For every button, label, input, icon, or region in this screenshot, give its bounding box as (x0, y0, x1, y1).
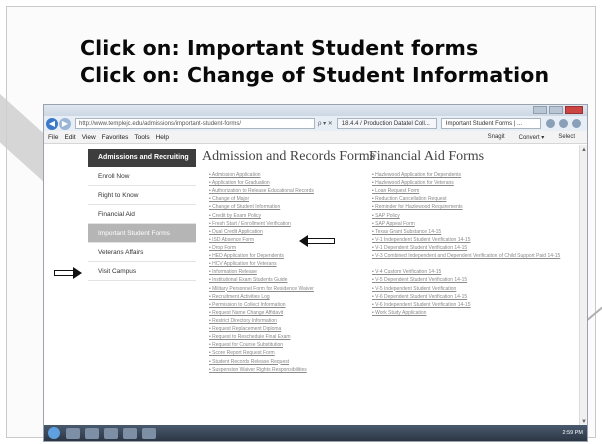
admission-link[interactable]: Change of Major (209, 195, 314, 203)
app-taskbar-icon[interactable] (104, 427, 118, 439)
close-button[interactable] (565, 106, 583, 114)
financial-forms-title: Financial Aid Forms (369, 149, 485, 164)
headline-change-info: Click on: Change of Student Information (80, 63, 550, 87)
admission-link[interactable]: Suspension Waiver Rights Responsibilitie… (209, 366, 314, 374)
window-controls (533, 106, 583, 114)
financial-link[interactable]: V-5 Dependent Student Verification 14-15 (372, 276, 560, 284)
admission-link[interactable]: Application for Graduation (209, 179, 314, 187)
convert-button[interactable]: Convert ▾ (519, 134, 545, 141)
admission-link[interactable]: Military Personnel Form for Residence Wa… (209, 285, 314, 293)
admission-link[interactable]: Restrict Directory Information (209, 317, 314, 325)
menu-view[interactable]: View (82, 134, 96, 141)
left-arrow-icon (299, 235, 335, 247)
financial-link[interactable]: V-3 Combined Independent and Dependent V… (372, 252, 560, 260)
financial-link[interactable]: Hazlewood Application for Veterans (372, 179, 560, 187)
financial-link[interactable]: Reduction Cancellation Request (372, 195, 560, 203)
admission-link[interactable]: Admission Application (209, 171, 314, 179)
folder-taskbar-icon[interactable] (85, 427, 99, 439)
headline-important-forms: Click on: Important Student forms (80, 36, 479, 60)
admission-link[interactable]: Credit by Exam Policy (209, 212, 314, 220)
minimize-button[interactable] (533, 106, 547, 114)
scroll-up-icon[interactable]: ▲ (581, 147, 587, 153)
financial-link[interactable]: V-1 Independent Student Verification 14-… (372, 236, 560, 244)
financial-link[interactable]: Texas Grant Substance 14-15 (372, 228, 560, 236)
admission-link[interactable]: Institutional Exam Students Guide (209, 276, 314, 284)
sidebar-item-enroll-now[interactable]: Enroll Now (88, 167, 196, 186)
sidebar-item-veterans-affairs[interactable]: Veterans Affairs (88, 243, 196, 262)
url-field[interactable]: http://www.templejc.edu/admissions/impor… (75, 118, 315, 129)
admission-link[interactable]: Authorization to Release Educational Rec… (209, 187, 314, 195)
admission-link[interactable]: HED Application for Dependents (209, 252, 314, 260)
ie-taskbar-icon[interactable] (66, 427, 80, 439)
menu-help[interactable]: Help (156, 134, 169, 141)
sidebar-item-important-student-forms[interactable]: Important Student Forms (88, 224, 196, 243)
title-bar (44, 105, 587, 116)
powerpoint-taskbar-icon[interactable] (142, 427, 156, 439)
address-bar: ◀ ▶ http://www.templejc.edu/admissions/i… (44, 116, 587, 131)
maximize-button[interactable] (549, 106, 563, 114)
financial-link[interactable]: Hazlewood Application for Dependents (372, 171, 560, 179)
taskbar: 2:59 PM (44, 425, 587, 441)
browser-window: ◀ ▶ http://www.templejc.edu/admissions/i… (43, 104, 588, 442)
admission-forms-list: Admission ApplicationApplication for Gra… (209, 171, 314, 374)
outlook-taskbar-icon[interactable] (123, 427, 137, 439)
admission-link[interactable]: Permission to Collect Information (209, 301, 314, 309)
admission-link[interactable]: Recruitment Activities Log (209, 293, 314, 301)
system-tray: 2:59 PM (563, 430, 583, 436)
financial-link[interactable]: V-5 Independent Student Verification (372, 285, 560, 293)
admission-link[interactable]: Information Release (209, 268, 314, 276)
admission-link[interactable]: Fresh Start / Enrollment Verification (209, 220, 314, 228)
financial-link[interactable]: Loan Request Form (372, 187, 560, 195)
sidebar-header[interactable]: Admissions and Recruiting (88, 149, 196, 167)
admission-link[interactable]: Request to Reschedule Final Exam (209, 333, 314, 341)
tab-important-forms[interactable]: Important Student Forms | ... (440, 118, 541, 129)
home-icon[interactable] (546, 119, 555, 128)
star-icon[interactable] (559, 119, 568, 128)
admission-link[interactable]: Request Replacement Diploma (209, 325, 314, 333)
menu-edit[interactable]: Edit (64, 134, 75, 141)
admission-forms-title: Admission and Records Forms (202, 149, 376, 164)
back-button[interactable]: ◀ (46, 117, 58, 130)
vertical-scrollbar[interactable]: ▲ ▼ (579, 145, 587, 427)
sidebar-nav: Admissions and Recruiting Enroll Now Rig… (88, 149, 196, 281)
start-button[interactable] (48, 427, 60, 439)
financial-link[interactable]: Reminder for Hazlewood Requirements (372, 203, 560, 211)
sidebar-item-financial-aid[interactable]: Financial Aid (88, 205, 196, 224)
menu-file[interactable]: File (48, 134, 58, 141)
snagit-button[interactable]: Snagit (488, 134, 505, 141)
admission-link[interactable]: Student Records Release Request (209, 358, 314, 366)
sidebar-item-right-to-know[interactable]: Right to Know (88, 186, 196, 205)
gear-icon[interactable] (572, 119, 581, 128)
financial-link[interactable]: Work Study Application (372, 309, 560, 317)
select-button[interactable]: Select (558, 134, 575, 141)
menu-bar: File Edit View Favorites Tools Help Snag… (44, 131, 587, 144)
right-arrow-icon (54, 267, 82, 279)
menu-favorites[interactable]: Favorites (102, 134, 129, 141)
financial-link[interactable]: V-6 Independent Student Verification 14-… (372, 301, 560, 309)
financial-link[interactable]: SAP Policy (372, 212, 560, 220)
financial-link[interactable]: V-1 Dependent Student Verification 14-15 (372, 244, 560, 252)
tab-datatel[interactable]: 18.4.4 / Production Datatel Coll... (336, 118, 437, 129)
forward-button[interactable]: ▶ (59, 117, 71, 130)
financial-link[interactable]: V-6 Dependent Student Verification 14-15 (372, 293, 560, 301)
page-content: Admissions and Recruiting Enroll Now Rig… (44, 145, 587, 427)
sidebar-item-visit-campus[interactable]: Visit Campus (88, 262, 196, 281)
financial-link[interactable]: SAP Appeal Form (372, 220, 560, 228)
taskbar-clock: 2:59 PM (562, 430, 583, 436)
financial-link[interactable]: V-4 Custom Verification 14-15 (372, 268, 560, 276)
admission-link[interactable]: Request for Course Substitution (209, 341, 314, 349)
toolbar-right: Snagit Convert ▾ Select (488, 134, 581, 141)
url-controls[interactable]: ρ ▾ ✕ (318, 120, 333, 127)
menu-tools[interactable]: Tools (134, 134, 149, 141)
financial-forms-list: Hazlewood Application for DependentsHazl… (372, 171, 560, 317)
admission-link[interactable]: Request Name Change Affidavit (209, 309, 314, 317)
admission-link[interactable]: HCV Application for Veterans (209, 260, 314, 268)
browser-tools (546, 119, 581, 128)
slide: Click on: Important Student forms Click … (0, 0, 602, 444)
admission-link[interactable]: Change of Student Information (209, 203, 314, 211)
admission-link[interactable]: Score Report Request Form (209, 349, 314, 357)
